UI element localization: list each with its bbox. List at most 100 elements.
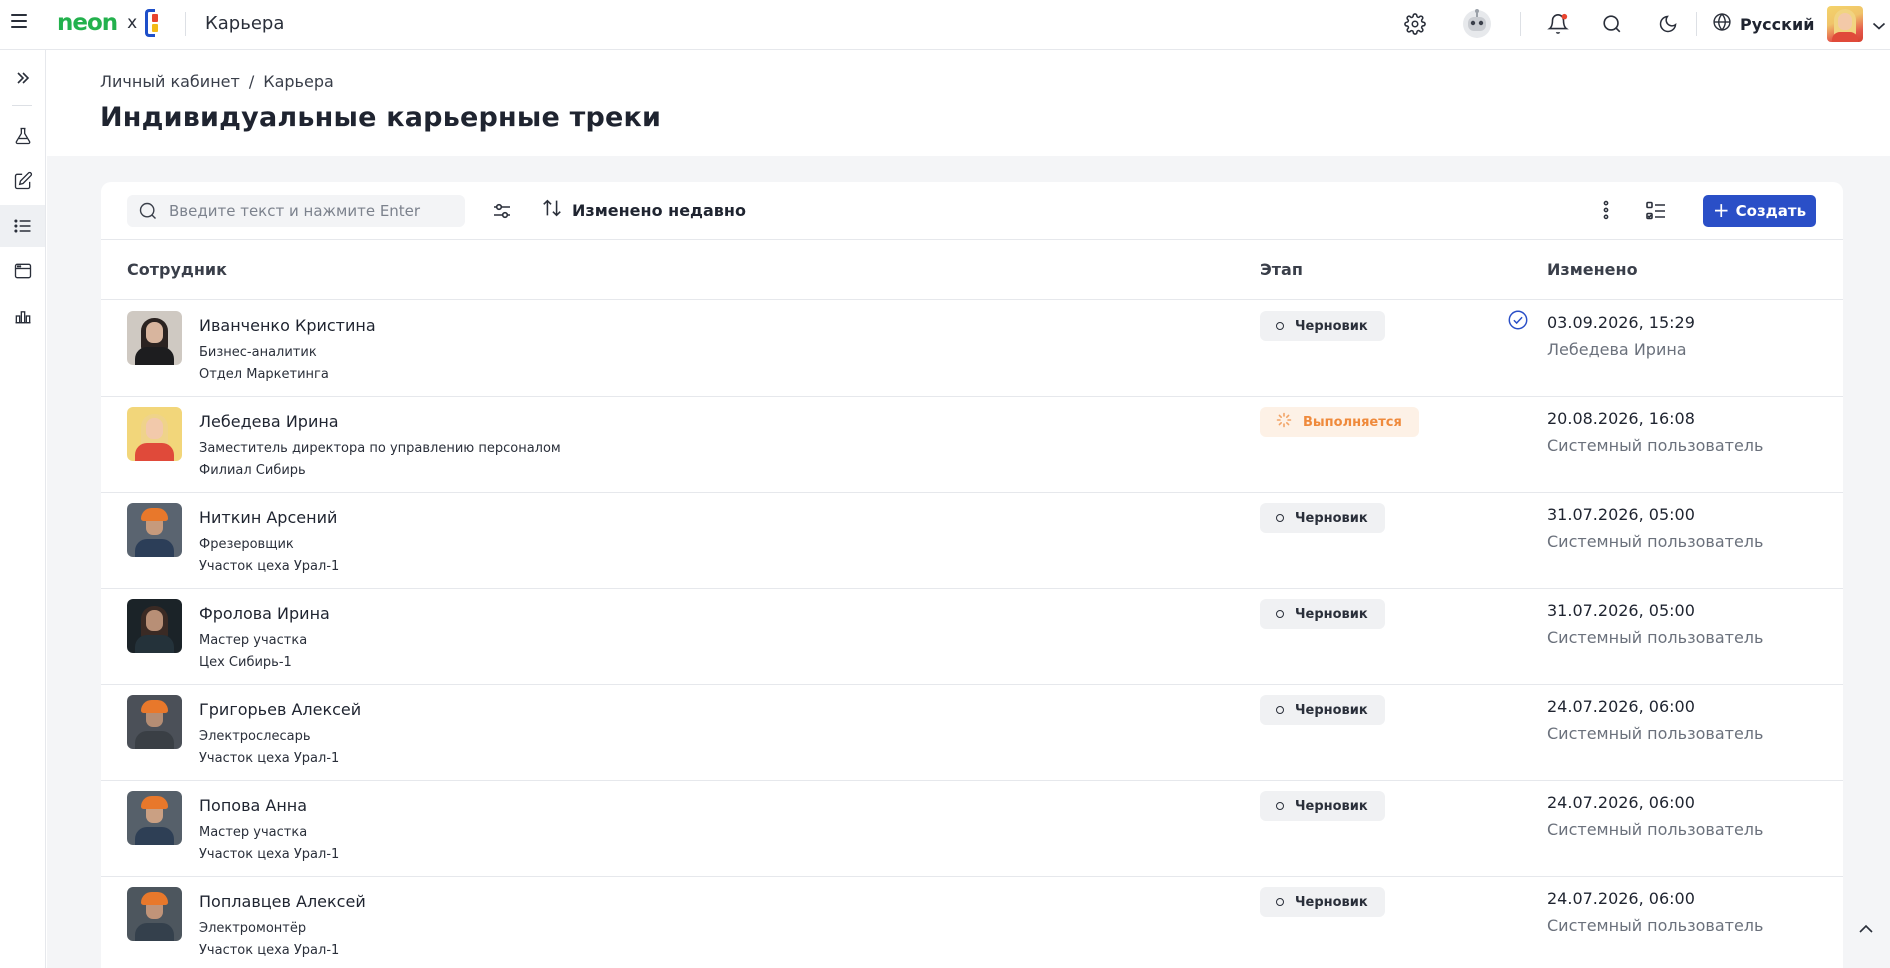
language-selector[interactable]: Русский <box>1712 12 1814 36</box>
check-circle-icon[interactable] <box>1507 309 1529 335</box>
status-label: Черновик <box>1295 606 1368 622</box>
checklist-icon[interactable] <box>1644 199 1668 227</box>
draft-dot-icon <box>1276 322 1284 330</box>
employee-name[interactable]: Фролова Ирина <box>199 604 330 623</box>
table-row[interactable]: Поплавцев Алексей Электромонтёр Участок … <box>101 877 1843 968</box>
table-row[interactable]: Иванченко Кристина Бизнес-аналитик Отдел… <box>101 301 1843 397</box>
search-input[interactable] <box>169 195 459 227</box>
gear-icon[interactable] <box>1402 11 1428 37</box>
table-row[interactable]: Ниткин Арсений Фрезеровщик Участок цеха … <box>101 493 1843 589</box>
status-badge: Черновик <box>1260 791 1385 821</box>
language-label: Русский <box>1740 14 1815 34</box>
status-label: Черновик <box>1295 510 1368 526</box>
employee-department: Цех Сибирь-1 <box>199 655 292 670</box>
draft-dot-icon <box>1276 706 1284 714</box>
sort-button[interactable]: Изменено недавно <box>541 197 746 223</box>
employee-department: Участок цеха Урал-1 <box>199 559 340 574</box>
draft-dot-icon <box>1276 898 1284 906</box>
avatar <box>127 791 182 845</box>
bar-chart-icon[interactable] <box>0 295 45 337</box>
toolbar: Изменено недавно + Создать <box>101 182 1843 240</box>
employee-position: Электромонтёр <box>199 921 307 936</box>
draft-dot-icon <box>1276 610 1284 618</box>
changed-date: 24.07.2026, 06:00 <box>1547 889 1695 908</box>
search-icon[interactable] <box>1599 11 1625 37</box>
employee-position: Электрослесарь <box>199 729 311 744</box>
filter-icon[interactable] <box>490 199 514 227</box>
changed-date: 31.07.2026, 05:00 <box>1547 505 1695 524</box>
column-header-stage[interactable]: Этап <box>1260 260 1303 279</box>
table-row[interactable]: Фролова Ирина Мастер участка Цех Сибирь-… <box>101 589 1843 685</box>
avatar <box>127 311 182 365</box>
edit-icon[interactable] <box>0 160 45 202</box>
create-button[interactable]: + Создать <box>1703 195 1816 227</box>
table-row[interactable]: Лебедева Ирина Заместитель директора по … <box>101 397 1843 493</box>
draft-dot-icon <box>1276 802 1284 810</box>
robot-icon[interactable] <box>1460 6 1494 40</box>
employee-name[interactable]: Григорьев Алексей <box>199 700 361 719</box>
spinner-icon <box>1276 412 1292 432</box>
status-label: Выполняется <box>1303 414 1402 430</box>
employee-name[interactable]: Ниткин Арсений <box>199 508 337 527</box>
bell-icon[interactable] <box>1545 11 1571 37</box>
brand-logo[interactable]: neon x <box>57 9 159 37</box>
app-title: Карьера <box>205 13 285 34</box>
status-badge: Черновик <box>1260 887 1385 917</box>
employee-department: Филиал Сибирь <box>199 463 306 478</box>
employee-name[interactable]: Лебедева Ирина <box>199 412 339 431</box>
avatar <box>127 599 182 653</box>
changed-date: 03.09.2026, 15:29 <box>1547 313 1695 332</box>
changed-by: Лебедева Ирина <box>1547 340 1687 359</box>
status-label: Черновик <box>1295 702 1368 718</box>
employee-position: Фрезеровщик <box>199 537 294 552</box>
breadcrumb-link-home[interactable]: Личный кабинет <box>100 72 240 91</box>
employee-name[interactable]: Иванченко Кристина <box>199 316 376 335</box>
more-vertical-icon[interactable] <box>1595 199 1617 225</box>
changed-by: Системный пользователь <box>1547 628 1764 647</box>
employee-position: Мастер участка <box>199 825 308 840</box>
flask-icon[interactable] <box>0 115 45 157</box>
column-header-changed[interactable]: Изменено <box>1547 260 1638 279</box>
changed-by: Системный пользователь <box>1547 916 1764 935</box>
status-label: Черновик <box>1295 318 1368 334</box>
avatar <box>127 503 182 557</box>
status-label: Черновик <box>1295 798 1368 814</box>
search-box <box>127 195 465 227</box>
employee-department: Отдел Маркетинга <box>199 367 329 382</box>
employee-department: Участок цеха Урал-1 <box>199 847 340 862</box>
status-badge: Черновик <box>1260 599 1385 629</box>
changed-date: 20.08.2026, 16:08 <box>1547 409 1695 428</box>
breadcrumb-link-career[interactable]: Карьера <box>263 72 334 91</box>
changed-date: 24.07.2026, 06:00 <box>1547 793 1695 812</box>
changed-date: 24.07.2026, 06:00 <box>1547 697 1695 716</box>
avatar <box>127 407 182 461</box>
window-icon[interactable] <box>0 250 45 292</box>
scroll-to-top-icon[interactable] <box>1858 920 1874 939</box>
search-icon <box>138 201 158 225</box>
divider <box>185 12 186 36</box>
career-tracks-card: Изменено недавно + Создать Сотрудник Эта… <box>101 182 1843 968</box>
avatar[interactable] <box>1827 6 1863 42</box>
employee-department: Участок цеха Урал-1 <box>199 751 340 766</box>
brand-name: neon <box>57 10 118 36</box>
globe-icon <box>1712 12 1732 36</box>
column-header-employee[interactable]: Сотрудник <box>127 260 227 279</box>
status-badge: Черновик <box>1260 695 1385 725</box>
moon-icon[interactable] <box>1655 11 1681 37</box>
status-badge: Черновик <box>1260 503 1385 533</box>
table-row[interactable]: Григорьев Алексей Электрослесарь Участок… <box>101 685 1843 781</box>
chevron-down-icon[interactable] <box>1872 16 1886 35</box>
breadcrumb-separator: / <box>248 72 255 91</box>
employee-name[interactable]: Поплавцев Алексей <box>199 892 366 911</box>
employee-name[interactable]: Попова Анна <box>199 796 307 815</box>
create-label: Создать <box>1735 202 1807 220</box>
sidebar <box>0 50 46 968</box>
employee-position: Бизнес-аналитик <box>199 345 317 360</box>
status-badge: Выполняется <box>1260 407 1419 437</box>
expand-sidebar-icon[interactable] <box>0 57 45 99</box>
brand-separator: x <box>127 13 138 33</box>
table-row[interactable]: Попова Анна Мастер участка Участок цеха … <box>101 781 1843 877</box>
list-icon[interactable] <box>0 205 45 247</box>
changed-by: Системный пользователь <box>1547 724 1764 743</box>
menu-icon[interactable] <box>11 14 27 28</box>
